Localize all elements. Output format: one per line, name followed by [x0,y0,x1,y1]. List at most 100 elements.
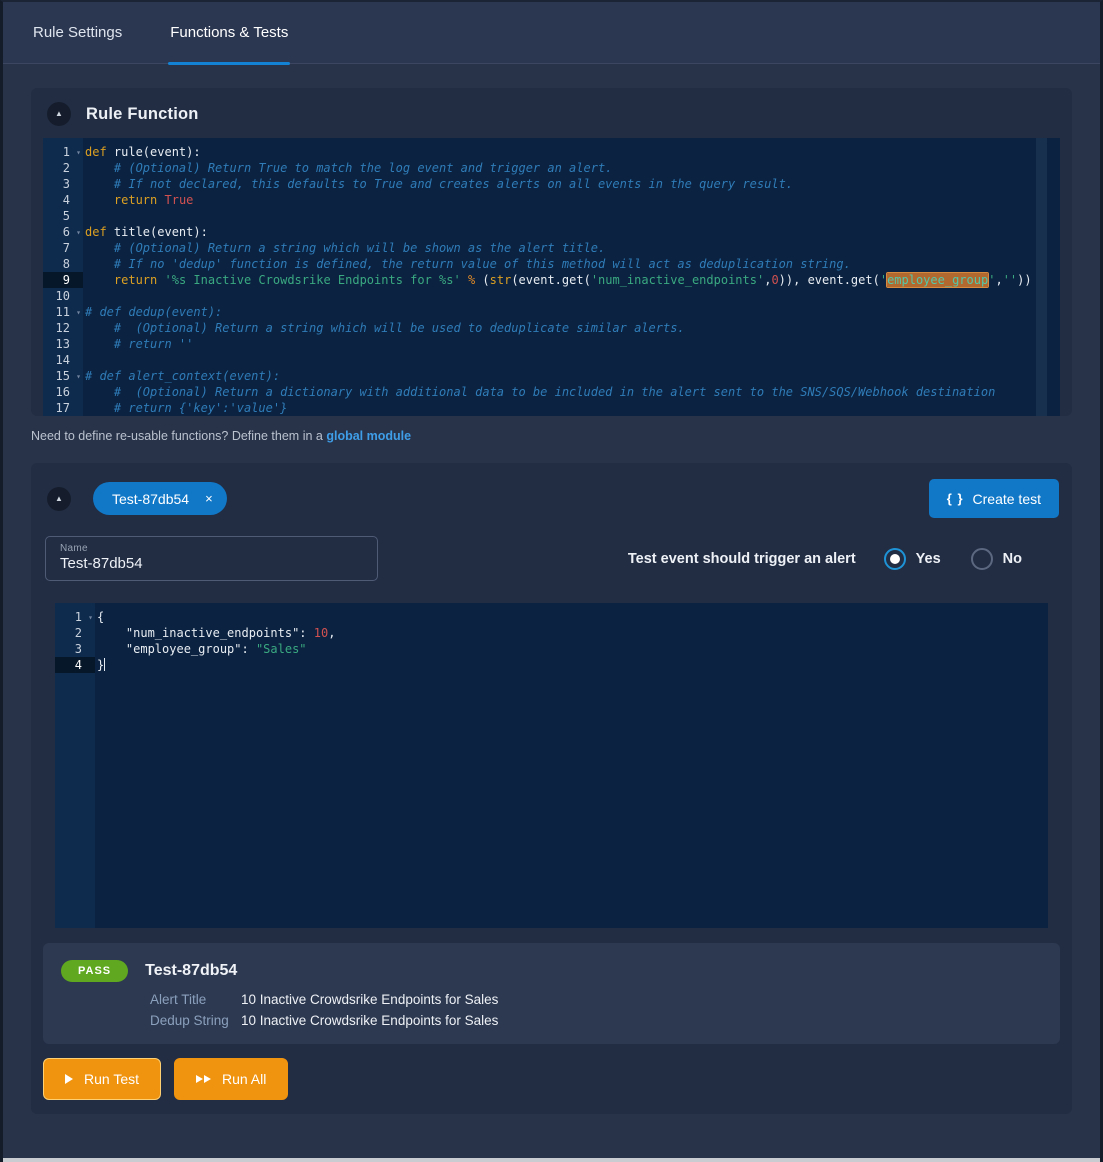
code-line[interactable]: 2 # (Optional) Return True to match the … [43,160,1060,176]
line-number: 15▾ [43,368,83,384]
line-number: 16 [43,384,83,400]
code-line[interactable]: 15▾# def alert_context(event): [43,368,1060,384]
code-line[interactable]: 6▾def title(event): [43,224,1060,240]
code-line[interactable]: 2 "num_inactive_endpoints": 10, [55,625,1048,641]
test-chip[interactable]: Test-87db54 × [93,482,227,515]
code-line[interactable]: 13 # return '' [43,336,1060,352]
run-test-button[interactable]: Run Test [43,1058,161,1100]
code-line[interactable]: 7 # (Optional) Return a string which wil… [43,240,1060,256]
code-line-text: # (Optional) Return True to match the lo… [83,160,612,176]
test-name-label: Name [60,543,365,554]
code-line-text: "employee_group": "Sales" [95,641,307,657]
fold-caret-icon[interactable]: ▾ [76,369,81,385]
tab-rule-settings-label: Rule Settings [33,24,122,41]
code-line[interactable]: 8 # If no 'dedup' function is defined, t… [43,256,1060,272]
global-module-link[interactable]: global module [326,429,411,443]
test-chip-label: Test-87db54 [112,491,189,507]
rule-function-title: Rule Function [86,105,199,124]
collapse-tests-button[interactable]: ▲ [47,487,71,511]
trigger-yes-label: Yes [916,551,941,567]
tab-functions-tests[interactable]: Functions & Tests [168,2,290,63]
code-line[interactable]: 10 [43,288,1060,304]
line-number: 10 [43,288,83,304]
text-cursor [104,658,105,671]
tests-panel-header: ▲ Test-87db54 × { } Create test [31,463,1072,518]
code-line[interactable]: 14 [43,352,1060,368]
chevron-up-icon: ▲ [55,494,63,503]
run-all-button[interactable]: Run All [174,1058,288,1100]
page-content: ▲ Rule Function 1▾def rule(event):2 # (O… [3,64,1100,1158]
braces-icon: { } [947,491,964,506]
rule-function-code-editor[interactable]: 1▾def rule(event):2 # (Optional) Return … [43,138,1060,416]
window-bottom-edge [3,1158,1100,1162]
tab-rule-settings[interactable]: Rule Settings [31,2,124,63]
radio-unchecked-icon [971,548,993,570]
tab-functions-tests-label: Functions & Tests [170,24,288,41]
line-number: 9 [43,272,83,288]
test-result-name: Test-87db54 [145,962,237,980]
code-line[interactable]: 1▾{ [55,609,1048,625]
line-number: 13 [43,336,83,352]
play-icon [65,1074,73,1084]
code-line-text: def title(event): [83,224,208,240]
test-json-editor[interactable]: 1▾{2 "num_inactive_endpoints": 10,3 "emp… [55,603,1048,928]
code-line-text: # (Optional) Return a dictionary with ad… [83,384,995,400]
code-line[interactable]: 3 # If not declared, this defaults to Tr… [43,176,1060,192]
test-result-card: PASS Test-87db54 Alert Title 10 Inactive… [43,943,1060,1044]
fold-caret-icon[interactable]: ▾ [76,305,81,321]
functions-tests-page: Rule Settings Functions & Tests ▲ Rule F… [0,0,1103,1162]
code-line[interactable]: 5 [43,208,1060,224]
code-line[interactable]: 9 return '%s Inactive Crowdsrike Endpoin… [43,272,1060,288]
line-number: 4 [55,657,95,673]
line-number: 11▾ [43,304,83,320]
run-test-label: Run Test [84,1071,139,1087]
tab-bar: Rule Settings Functions & Tests [3,2,1100,64]
code-line[interactable]: 16 # (Optional) Return a dictionary with… [43,384,1060,400]
create-test-button[interactable]: { } Create test [929,479,1059,518]
code-line-text: # (Optional) Return a string which will … [83,240,605,256]
code-line[interactable]: 17 # return {'key':'value'} [43,400,1060,416]
dedup-string-label: Dedup String [150,1013,241,1028]
code-line-text: return '%s Inactive Crowdsrike Endpoints… [83,272,1032,288]
line-number: 2 [43,160,83,176]
code-line-text: { [95,609,104,625]
global-module-footnote: Need to define re-usable functions? Defi… [31,429,1072,443]
test-config-row: Name Test-87db54 Test event should trigg… [31,518,1072,581]
pass-status-badge: PASS [61,960,128,982]
code-line[interactable]: 3 "employee_group": "Sales" [55,641,1048,657]
code-line[interactable]: 4} [55,657,1048,673]
code-line[interactable]: 11▾# def dedup(event): [43,304,1060,320]
code-line-text [83,352,85,368]
line-number: 12 [43,320,83,336]
code-line-text: # If no 'dedup' function is defined, the… [83,256,851,272]
test-name-value: Test-87db54 [60,555,365,572]
trigger-alert-group: Test event should trigger an alert Yes N… [628,548,1032,570]
trigger-no-radio[interactable]: No [971,548,1022,570]
code-line[interactable]: 1▾def rule(event): [43,144,1060,160]
rule-function-panel-header: ▲ Rule Function [31,88,1072,138]
code-line-text: # return '' [83,336,193,352]
fold-caret-icon[interactable]: ▾ [88,610,93,626]
code-line[interactable]: 12 # (Optional) Return a string which wi… [43,320,1060,336]
code-line-text: return True [83,192,193,208]
trigger-yes-radio[interactable]: Yes [884,548,941,570]
run-all-label: Run All [222,1071,266,1087]
code-line-text: # return {'key':'value'} [83,400,287,416]
line-number: 5 [43,208,83,224]
line-number: 8 [43,256,83,272]
collapse-rule-function-button[interactable]: ▲ [47,102,71,126]
fold-caret-icon[interactable]: ▾ [76,225,81,241]
code-line[interactable]: 4 return True [43,192,1060,208]
fold-caret-icon[interactable]: ▾ [76,145,81,161]
code-line-text: } [95,657,105,673]
code-line-text: # def dedup(event): [83,304,222,320]
line-number: 1▾ [55,609,95,625]
alert-title-label: Alert Title [150,992,241,1007]
close-icon[interactable]: × [205,492,213,505]
trigger-no-label: No [1003,551,1022,567]
run-buttons-row: Run Test Run All [31,1044,1072,1114]
line-number: 3 [43,176,83,192]
active-tab-underline [168,62,290,65]
test-name-input[interactable]: Name Test-87db54 [45,536,378,581]
code-line-text: def rule(event): [83,144,201,160]
